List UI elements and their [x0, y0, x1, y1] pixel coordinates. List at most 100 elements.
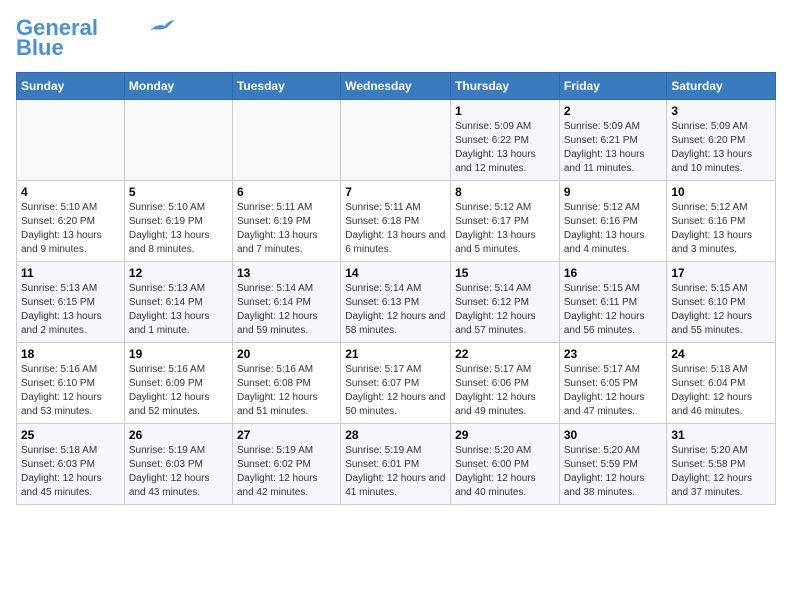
calendar-cell: 10 Sunrise: 5:12 AM Sunset: 6:16 PM Dayli…: [667, 181, 776, 262]
calendar-cell: 17 Sunrise: 5:15 AM Sunset: 6:10 PM Dayli…: [667, 262, 776, 343]
calendar-cell: [341, 100, 451, 181]
day-number: 31: [671, 428, 771, 442]
logo-bird-icon: [146, 17, 176, 35]
day-number: 26: [129, 428, 228, 442]
day-info: Sunrise: 5:13 AM Sunset: 6:14 PM Dayligh…: [129, 282, 228, 338]
day-number: 29: [455, 428, 555, 442]
calendar-cell: 22 Sunrise: 5:17 AM Sunset: 6:06 PM Dayli…: [451, 343, 560, 424]
day-number: 13: [237, 266, 336, 280]
calendar-cell: 8Sunrise: 5:12 AM Sunset: 6:17 PM Daylig…: [451, 181, 560, 262]
weekday-header: Tuesday: [232, 73, 340, 100]
day-number: 16: [564, 266, 663, 280]
day-info: Sunrise: 5:12 AM Sunset: 6:16 PM Dayligh…: [564, 201, 663, 257]
calendar-cell: 16 Sunrise: 5:15 AM Sunset: 6:11 PM Dayli…: [559, 262, 667, 343]
calendar-cell: 7 Sunrise: 5:11 AM Sunset: 6:18 PM Daylig…: [341, 181, 451, 262]
day-number: 23: [564, 347, 663, 361]
day-info: Sunrise: 5:18 AM Sunset: 6:04 PM Dayligh…: [671, 363, 771, 419]
calendar-cell: 19 Sunrise: 5:16 AM Sunset: 6:09 PM Dayli…: [124, 343, 232, 424]
day-info: Sunrise: 5:15 AM Sunset: 6:10 PM Dayligh…: [671, 282, 771, 338]
day-info: Sunrise: 5:17 AM Sunset: 6:07 PM Dayligh…: [345, 363, 446, 419]
day-info: Sunrise: 5:14 AM Sunset: 6:14 PM Dayligh…: [237, 282, 336, 338]
calendar-cell: 25 Sunrise: 5:18 AM Sunset: 6:03 PM Dayli…: [17, 424, 125, 505]
calendar-cell: 12Sunrise: 5:13 AM Sunset: 6:14 PM Dayli…: [124, 262, 232, 343]
weekday-header: Saturday: [667, 73, 776, 100]
day-info: Sunrise: 5:11 AM Sunset: 6:19 PM Dayligh…: [237, 201, 336, 257]
day-info: Sunrise: 5:17 AM Sunset: 6:05 PM Dayligh…: [564, 363, 663, 419]
day-number: 20: [237, 347, 336, 361]
calendar-cell: 29 Sunrise: 5:20 AM Sunset: 6:00 PM Dayli…: [451, 424, 560, 505]
calendar-cell: 28Sunrise: 5:19 AM Sunset: 6:01 PM Dayli…: [341, 424, 451, 505]
day-info: Sunrise: 5:19 AM Sunset: 6:02 PM Dayligh…: [237, 444, 336, 500]
day-number: 21: [345, 347, 446, 361]
day-info: Sunrise: 5:09 AM Sunset: 6:20 PM Dayligh…: [671, 120, 771, 176]
day-number: 30: [564, 428, 663, 442]
day-number: 22: [455, 347, 555, 361]
calendar-cell: [124, 100, 232, 181]
calendar-cell: 5Sunrise: 5:10 AM Sunset: 6:19 PM Daylig…: [124, 181, 232, 262]
day-number: 11: [21, 266, 120, 280]
logo: General Blue: [16, 16, 176, 60]
day-number: 6: [237, 185, 336, 199]
weekday-header: Friday: [559, 73, 667, 100]
day-number: 7: [345, 185, 446, 199]
calendar-cell: 23 Sunrise: 5:17 AM Sunset: 6:05 PM Dayli…: [559, 343, 667, 424]
day-info: Sunrise: 5:20 AM Sunset: 5:58 PM Dayligh…: [671, 444, 771, 500]
day-info: Sunrise: 5:13 AM Sunset: 6:15 PM Dayligh…: [21, 282, 120, 338]
calendar-cell: 26Sunrise: 5:19 AM Sunset: 6:03 PM Dayli…: [124, 424, 232, 505]
calendar-cell: 1 Sunrise: 5:09 AM Sunset: 6:22 PM Daylig…: [451, 100, 560, 181]
day-info: Sunrise: 5:20 AM Sunset: 6:00 PM Dayligh…: [455, 444, 555, 500]
day-info: Sunrise: 5:10 AM Sunset: 6:19 PM Dayligh…: [129, 201, 228, 257]
calendar-cell: 6 Sunrise: 5:11 AM Sunset: 6:19 PM Daylig…: [232, 181, 340, 262]
day-info: Sunrise: 5:09 AM Sunset: 6:22 PM Dayligh…: [455, 120, 555, 176]
calendar-cell: 4Sunrise: 5:10 AM Sunset: 6:20 PM Daylig…: [17, 181, 125, 262]
calendar-cell: [232, 100, 340, 181]
calendar-cell: 21 Sunrise: 5:17 AM Sunset: 6:07 PM Dayli…: [341, 343, 451, 424]
calendar-cell: 14Sunrise: 5:14 AM Sunset: 6:13 PM Dayli…: [341, 262, 451, 343]
day-info: Sunrise: 5:18 AM Sunset: 6:03 PM Dayligh…: [21, 444, 120, 500]
day-info: Sunrise: 5:15 AM Sunset: 6:11 PM Dayligh…: [564, 282, 663, 338]
weekday-header: Monday: [124, 73, 232, 100]
logo-blue-text: Blue: [16, 36, 64, 60]
day-number: 9: [564, 185, 663, 199]
day-info: Sunrise: 5:17 AM Sunset: 6:06 PM Dayligh…: [455, 363, 555, 419]
day-number: 19: [129, 347, 228, 361]
weekday-header: Sunday: [17, 73, 125, 100]
day-number: 3: [671, 104, 771, 118]
page-header: General Blue: [16, 16, 776, 60]
day-info: Sunrise: 5:10 AM Sunset: 6:20 PM Dayligh…: [21, 201, 120, 257]
day-info: Sunrise: 5:12 AM Sunset: 6:16 PM Dayligh…: [671, 201, 771, 257]
calendar-week-row: 18 Sunrise: 5:16 AM Sunset: 6:10 PM Dayli…: [17, 343, 776, 424]
day-number: 2: [564, 104, 663, 118]
day-info: Sunrise: 5:20 AM Sunset: 5:59 PM Dayligh…: [564, 444, 663, 500]
calendar-cell: 18 Sunrise: 5:16 AM Sunset: 6:10 PM Dayli…: [17, 343, 125, 424]
day-number: 28: [345, 428, 446, 442]
weekday-header: Thursday: [451, 73, 560, 100]
day-info: Sunrise: 5:11 AM Sunset: 6:18 PM Dayligh…: [345, 201, 446, 257]
day-number: 24: [671, 347, 771, 361]
calendar-cell: 30 Sunrise: 5:20 AM Sunset: 5:59 PM Dayli…: [559, 424, 667, 505]
calendar-cell: 27 Sunrise: 5:19 AM Sunset: 6:02 PM Dayli…: [232, 424, 340, 505]
calendar-table: SundayMondayTuesdayWednesdayThursdayFrid…: [16, 72, 776, 505]
calendar-cell: 3 Sunrise: 5:09 AM Sunset: 6:20 PM Daylig…: [667, 100, 776, 181]
day-number: 10: [671, 185, 771, 199]
calendar-cell: 13 Sunrise: 5:14 AM Sunset: 6:14 PM Dayli…: [232, 262, 340, 343]
day-info: Sunrise: 5:16 AM Sunset: 6:09 PM Dayligh…: [129, 363, 228, 419]
calendar-cell: 20Sunrise: 5:16 AM Sunset: 6:08 PM Dayli…: [232, 343, 340, 424]
calendar-cell: [17, 100, 125, 181]
day-number: 18: [21, 347, 120, 361]
day-number: 17: [671, 266, 771, 280]
day-number: 1: [455, 104, 555, 118]
calendar-cell: 9 Sunrise: 5:12 AM Sunset: 6:16 PM Daylig…: [559, 181, 667, 262]
day-number: 27: [237, 428, 336, 442]
day-info: Sunrise: 5:16 AM Sunset: 6:10 PM Dayligh…: [21, 363, 120, 419]
weekday-header: Wednesday: [341, 73, 451, 100]
day-number: 8: [455, 185, 555, 199]
day-number: 25: [21, 428, 120, 442]
day-info: Sunrise: 5:14 AM Sunset: 6:13 PM Dayligh…: [345, 282, 446, 338]
calendar-cell: 24 Sunrise: 5:18 AM Sunset: 6:04 PM Dayli…: [667, 343, 776, 424]
calendar-header-row: SundayMondayTuesdayWednesdayThursdayFrid…: [17, 73, 776, 100]
calendar-cell: 15Sunrise: 5:14 AM Sunset: 6:12 PM Dayli…: [451, 262, 560, 343]
day-info: Sunrise: 5:14 AM Sunset: 6:12 PM Dayligh…: [455, 282, 555, 338]
calendar-week-row: 25 Sunrise: 5:18 AM Sunset: 6:03 PM Dayli…: [17, 424, 776, 505]
calendar-cell: 31 Sunrise: 5:20 AM Sunset: 5:58 PM Dayli…: [667, 424, 776, 505]
